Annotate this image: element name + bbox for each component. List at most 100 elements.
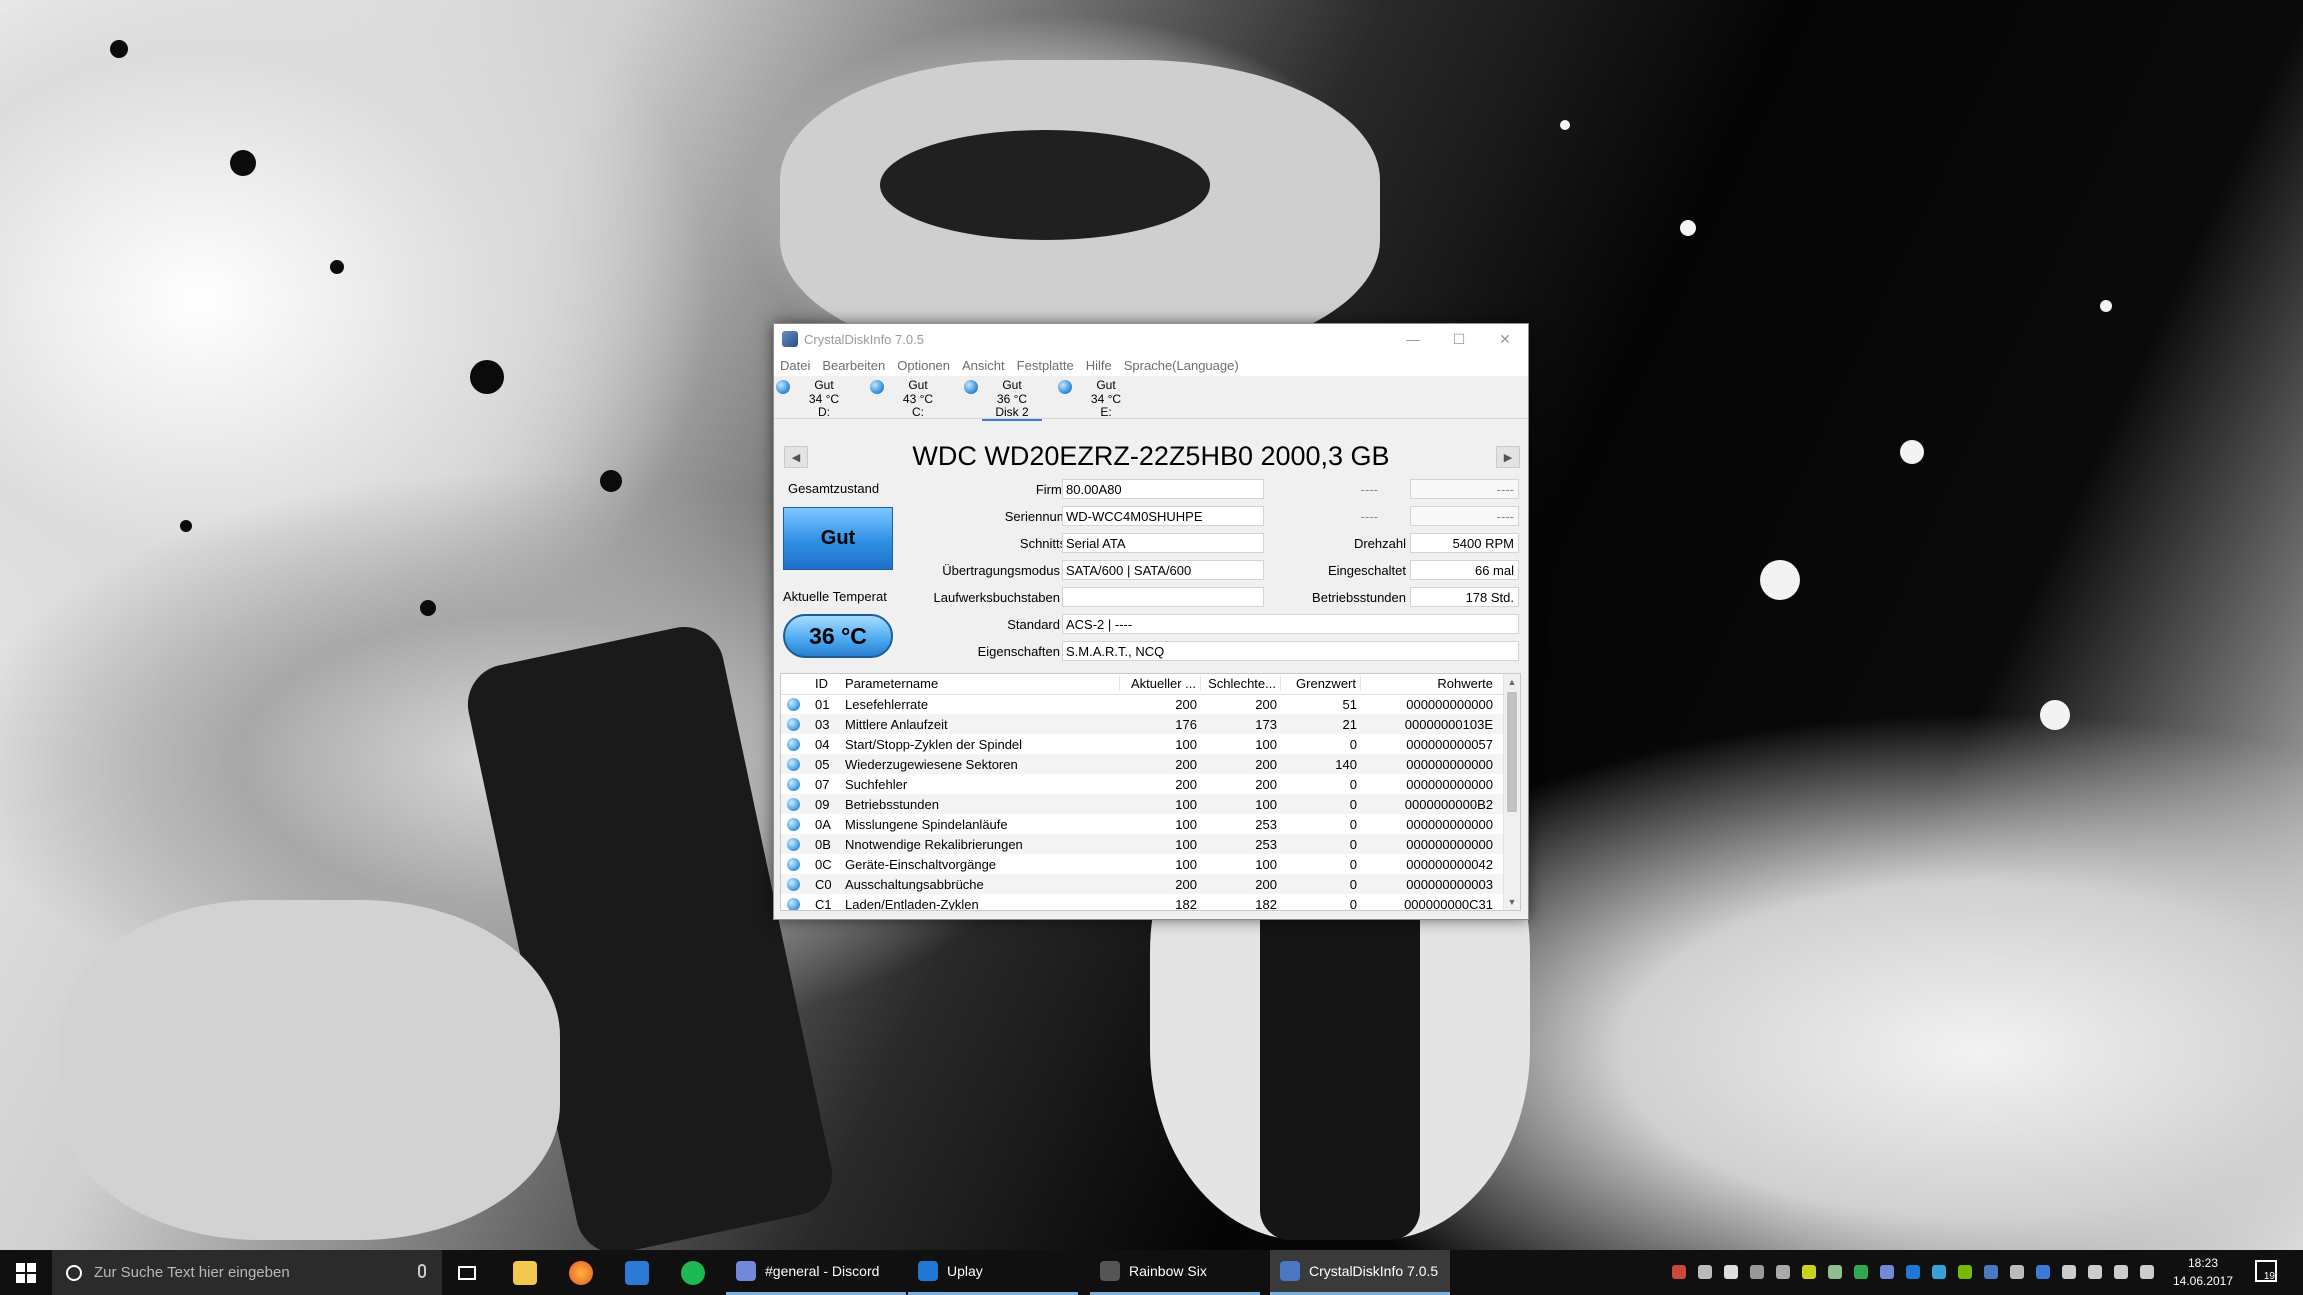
menu-datei[interactable]: Datei bbox=[780, 358, 810, 373]
table-row[interactable]: C1 Laden/Entladen-Zyklen 182 182 0 000000000C… bbox=[781, 894, 1504, 910]
table-row[interactable]: 05 Wiederzugewiesene Sektoren 200 200 140 000… bbox=[781, 754, 1504, 774]
tray-app-icon[interactable] bbox=[1802, 1265, 1816, 1279]
firefox-button[interactable] bbox=[558, 1250, 603, 1295]
tray-app-icon[interactable] bbox=[1932, 1265, 1946, 1279]
menu-sprache[interactable]: Sprache(Language) bbox=[1124, 358, 1239, 373]
temperature-display[interactable]: 36 °C bbox=[783, 614, 893, 658]
taskbar-app-uplay[interactable]: Uplay bbox=[908, 1250, 1078, 1295]
search-box[interactable]: Zur Suche Text hier eingeben bbox=[52, 1250, 442, 1295]
next-disk-button[interactable]: ▶ bbox=[1496, 446, 1520, 468]
table-row[interactable]: C0 Ausschaltungsabbrüche 200 200 0 0000000000… bbox=[781, 874, 1504, 894]
cell-worst: 253 bbox=[1255, 837, 1277, 852]
tray-nvidia-icon[interactable] bbox=[1958, 1265, 1972, 1279]
cell-name: Wiederzugewiesene Sektoren bbox=[845, 757, 1018, 772]
tray-network-icon[interactable] bbox=[2062, 1265, 2076, 1279]
start-button[interactable] bbox=[0, 1250, 52, 1295]
tray-app-icon[interactable] bbox=[1854, 1265, 1868, 1279]
system-clock[interactable]: 18:23 14.06.2017 bbox=[2168, 1254, 2238, 1290]
cell-worst: 100 bbox=[1255, 737, 1277, 752]
table-row[interactable]: 04 Start/Stopp-Zyklen der Spindel 100 100 0 0… bbox=[781, 734, 1504, 754]
mail-button[interactable] bbox=[614, 1250, 659, 1295]
disk-tab-e[interactable]: Gut 34 °C E: bbox=[1058, 377, 1150, 419]
health-status-button[interactable]: Gut bbox=[783, 507, 893, 570]
table-row[interactable]: 09 Betriebsstunden 100 100 0 0000000000B2 bbox=[781, 794, 1504, 814]
cell-raw: 000000000000 bbox=[1406, 817, 1493, 832]
pen-icon[interactable] bbox=[2140, 1265, 2154, 1279]
taskbar-app-rainbow-six[interactable]: Rainbow Six bbox=[1090, 1250, 1260, 1295]
tray-uplay-icon[interactable] bbox=[1906, 1265, 1920, 1279]
table-row[interactable]: 0B Nnotwendige Rekalibrierungen 100 253 0 000… bbox=[781, 834, 1504, 854]
disk-tab-d[interactable]: Gut 34 °C D: bbox=[776, 377, 868, 419]
tray-app-icon[interactable] bbox=[1750, 1265, 1764, 1279]
minimize-button[interactable]: — bbox=[1390, 324, 1436, 354]
paint-splat bbox=[470, 360, 504, 394]
cell-worst: 173 bbox=[1255, 717, 1277, 732]
tray-app-icon[interactable] bbox=[1828, 1265, 1842, 1279]
table-row[interactable]: 0C Geräte-Einschaltvorgänge 100 100 0 0000000… bbox=[781, 854, 1504, 874]
column-header-name[interactable]: Parametername bbox=[845, 676, 1120, 691]
disk-tab-disk2[interactable]: Gut 36 °C Disk 2 bbox=[964, 377, 1056, 421]
cell-worst: 200 bbox=[1255, 777, 1277, 792]
cell-threshold: 0 bbox=[1349, 777, 1357, 792]
close-button[interactable]: ✕ bbox=[1482, 324, 1528, 354]
taskbar-app-discord[interactable]: #general - Discord bbox=[726, 1250, 906, 1295]
paint-splat-white bbox=[1900, 440, 1924, 464]
paint-splat-white bbox=[1760, 560, 1800, 600]
features-value: S.M.A.R.T., NCQ bbox=[1062, 641, 1519, 661]
file-explorer-button[interactable] bbox=[502, 1250, 547, 1295]
scroll-down-icon[interactable]: ▼ bbox=[1504, 894, 1520, 910]
scroll-up-icon[interactable]: ▲ bbox=[1504, 674, 1520, 690]
tray-app-icon[interactable] bbox=[1698, 1265, 1712, 1279]
table-row[interactable]: 03 Mittlere Anlaufzeit 176 173 21 00000000103… bbox=[781, 714, 1504, 734]
wifi-icon[interactable] bbox=[2114, 1265, 2128, 1279]
taskbar-app-crystaldiskinfo[interactable]: CrystalDiskInfo 7.0.5 bbox=[1270, 1250, 1450, 1295]
cell-raw: 000000000042 bbox=[1406, 857, 1493, 872]
disk-tab-c[interactable]: Gut 43 °C C: bbox=[870, 377, 962, 419]
column-header-raw[interactable]: Rohwerte bbox=[1363, 676, 1499, 691]
cell-threshold: 21 bbox=[1342, 717, 1357, 732]
scroll-thumb[interactable] bbox=[1507, 692, 1517, 812]
table-row[interactable]: 0A Misslungene Spindelanläufe 100 253 0 00000… bbox=[781, 814, 1504, 834]
disk-selector: Gut 34 °C D: Gut 43 °C C: Gut 36 °C Disk… bbox=[774, 376, 1528, 421]
menu-festplatte[interactable]: Festplatte bbox=[1017, 358, 1074, 373]
disk-temp: 43 °C bbox=[902, 392, 934, 406]
notification-center-button[interactable]: 19 bbox=[2255, 1260, 2277, 1282]
column-header-current[interactable]: Aktueller ... bbox=[1121, 676, 1201, 691]
maximize-button[interactable]: ☐ bbox=[1436, 324, 1482, 354]
column-header-threshold[interactable]: Grenzwert bbox=[1283, 676, 1361, 691]
cell-id: 09 bbox=[815, 797, 830, 812]
health-status-icon bbox=[787, 778, 800, 791]
cell-current: 100 bbox=[1175, 837, 1197, 852]
table-row[interactable]: 01 Lesefehlerrate 200 200 51 000000000000 bbox=[781, 694, 1504, 714]
menu-optionen[interactable]: Optionen bbox=[897, 358, 950, 373]
column-header-worst[interactable]: Schlechte... bbox=[1203, 676, 1281, 691]
power-on-count-label: Eingeschaltet bbox=[1327, 563, 1406, 578]
table-scrollbar[interactable]: ▲ ▼ bbox=[1503, 674, 1520, 910]
tray-app-icon[interactable] bbox=[1672, 1265, 1686, 1279]
volume-icon[interactable] bbox=[2088, 1265, 2102, 1279]
cell-current: 200 bbox=[1175, 757, 1197, 772]
previous-disk-button[interactable]: ◀ bbox=[784, 446, 808, 468]
microphone-icon[interactable] bbox=[418, 1264, 426, 1278]
tray-discord-icon[interactable] bbox=[1880, 1265, 1894, 1279]
table-row[interactable]: 07 Suchfehler 200 200 0 000000000000 bbox=[781, 774, 1504, 794]
paint-splat-white bbox=[2100, 300, 2112, 312]
cell-threshold: 140 bbox=[1335, 757, 1357, 772]
tray-app-icon[interactable] bbox=[1776, 1265, 1790, 1279]
spotify-button[interactable] bbox=[670, 1250, 715, 1295]
disk-status: Gut bbox=[1002, 378, 1022, 392]
cell-id: 0C bbox=[815, 857, 832, 872]
menu-bearbeiten[interactable]: Bearbeiten bbox=[822, 358, 885, 373]
tray-bluetooth-icon[interactable] bbox=[1984, 1265, 1998, 1279]
disk-label: D: bbox=[818, 405, 830, 419]
title-bar[interactable]: CrystalDiskInfo 7.0.5 — ☐ ✕ bbox=[774, 324, 1528, 354]
menu-hilfe[interactable]: Hilfe bbox=[1086, 358, 1112, 373]
smart-attributes-table[interactable]: ID Parametername Aktueller ... Schlechte… bbox=[780, 673, 1521, 911]
tray-app-icon[interactable] bbox=[2036, 1265, 2050, 1279]
uplay-icon bbox=[918, 1261, 938, 1281]
task-view-button[interactable] bbox=[444, 1250, 489, 1295]
menu-ansicht[interactable]: Ansicht bbox=[962, 358, 1005, 373]
tray-app-icon[interactable] bbox=[1724, 1265, 1738, 1279]
column-header-id[interactable]: ID bbox=[815, 676, 839, 691]
tray-app-icon[interactable] bbox=[2010, 1265, 2024, 1279]
